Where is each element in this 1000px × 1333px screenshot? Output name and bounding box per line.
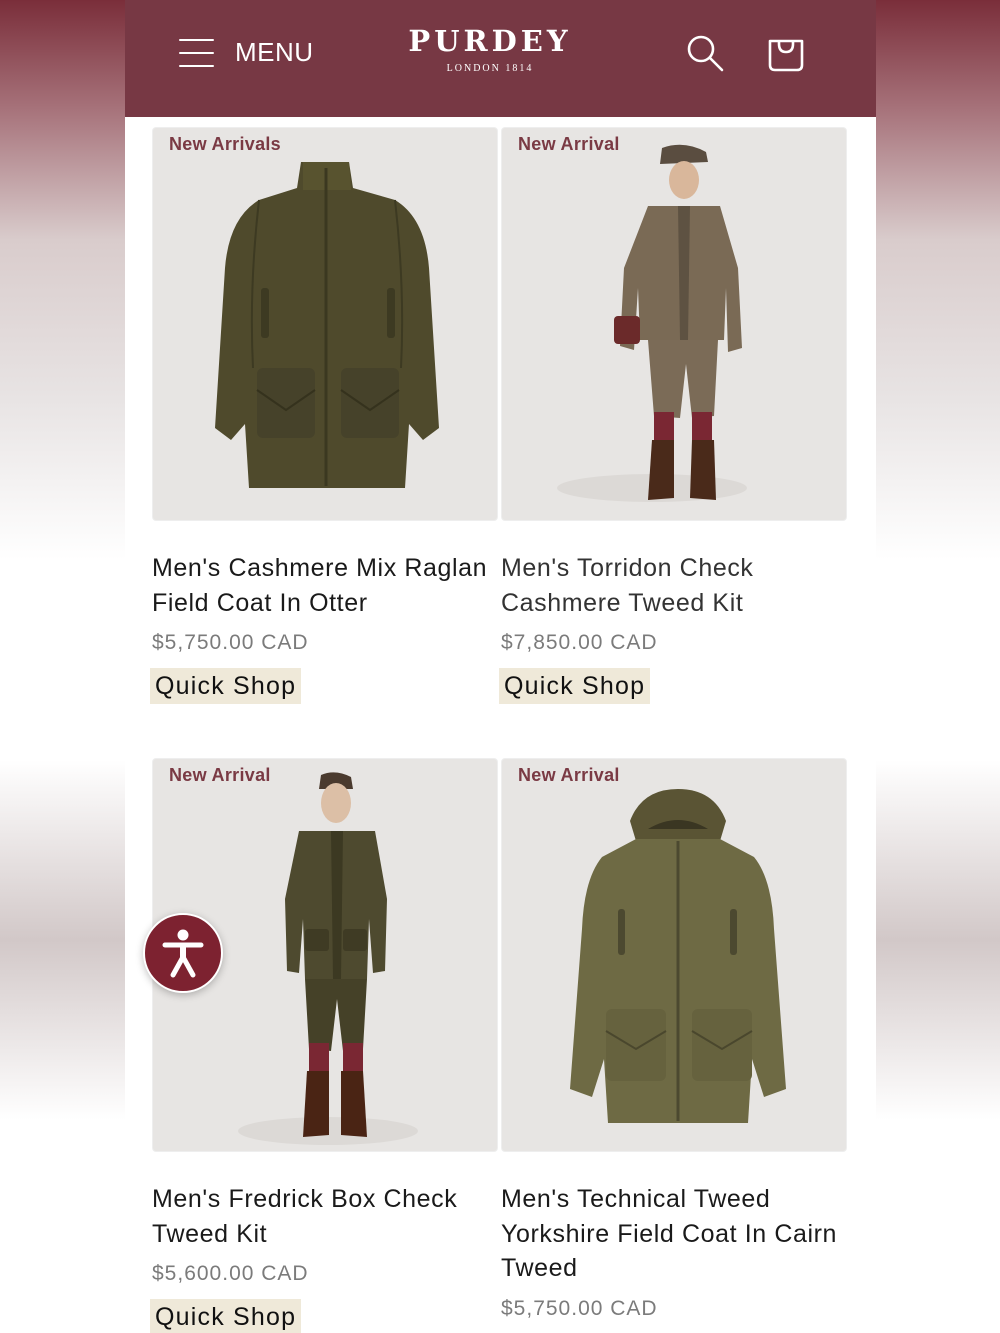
cart-icon[interactable] <box>766 31 806 73</box>
field-coat-illustration <box>215 162 439 488</box>
search-icon[interactable] <box>685 33 725 73</box>
new-arrival-badge: New Arrival <box>518 134 620 154</box>
product-price: $5,600.00 CAD <box>152 1262 309 1285</box>
tweed-kit-model-illustration <box>557 144 747 502</box>
menu-icon <box>179 36 214 69</box>
product-price: $5,750.00 CAD <box>152 631 309 654</box>
product-listing-page: MENU PURDEY LONDON 1814 New Arrivals Men… <box>125 0 876 1333</box>
logo-tagline: LONDON 1814 <box>446 63 534 74</box>
new-arrival-badge: New Arrival <box>169 765 271 785</box>
tweed-field-coat-illustration <box>570 789 786 1123</box>
logo-wordmark: PURDEY <box>408 24 572 58</box>
new-arrival-badge: New Arrival <box>518 765 620 785</box>
product-image[interactable]: New Arrivals <box>152 127 498 521</box>
site-header: MENU PURDEY LONDON 1814 <box>125 0 876 117</box>
product-price: $5,750.00 CAD <box>501 1297 658 1320</box>
menu-label: MENU <box>235 36 314 67</box>
menu-button[interactable]: MENU <box>179 33 314 71</box>
quick-shop-button[interactable]: Quick Shop <box>499 668 651 704</box>
product-image[interactable]: New Arrival <box>501 127 847 521</box>
product-title[interactable]: Men's Fredrick Box Check Tweed Kit <box>152 1182 492 1251</box>
accessibility-icon <box>162 929 204 978</box>
purdey-logo[interactable]: PURDEY LONDON 1814 <box>385 25 595 74</box>
product-image[interactable]: New Arrival <box>501 758 847 1152</box>
product-price: $7,850.00 CAD <box>501 631 658 654</box>
quick-shop-button[interactable]: Quick Shop <box>150 1299 302 1333</box>
product-title[interactable]: Men's Technical Tweed Yorkshire Field Co… <box>501 1182 841 1286</box>
product-title[interactable]: Men's Cashmere Mix Raglan Field Coat In … <box>152 551 492 620</box>
new-arrival-badge: New Arrivals <box>169 134 281 154</box>
product-title[interactable]: Men's Torridon Check Cashmere Tweed Kit <box>501 551 841 620</box>
accessibility-button[interactable] <box>143 913 223 993</box>
quick-shop-button[interactable]: Quick Shop <box>150 668 302 704</box>
